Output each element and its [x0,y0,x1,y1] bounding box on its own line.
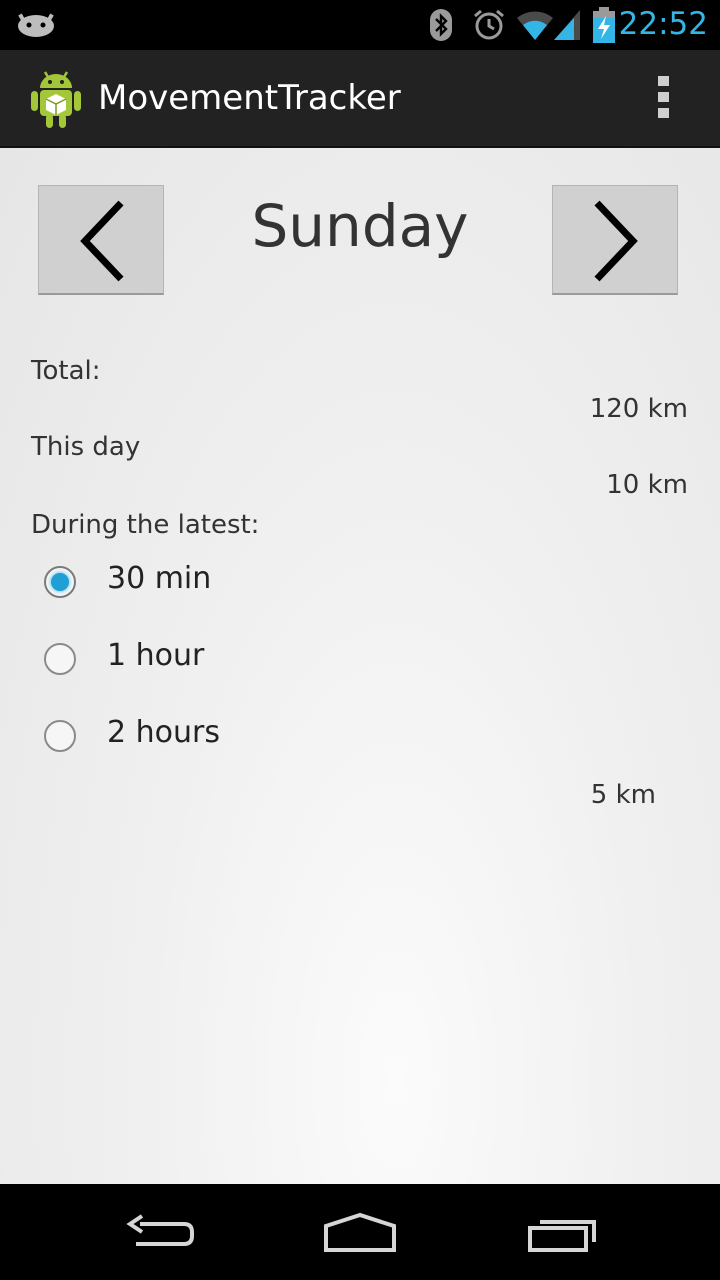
chevron-right-icon [594,200,638,282]
radio-button[interactable] [44,566,76,598]
wifi-icon [517,11,553,40]
next-day-button[interactable] [552,185,678,295]
battery-charging-icon [593,7,615,43]
status-time: 22:52 [618,6,708,42]
action-bar: MovementTracker [0,50,720,148]
back-icon[interactable] [124,1214,196,1254]
recent-apps-icon[interactable] [526,1214,598,1254]
radio-label: 1 hour [107,638,205,673]
main-content: Sunday Total: 120 km This day 10 km Duri… [0,148,720,1184]
status-bar: 22:52 [0,0,720,50]
day-total-label: This day [31,432,141,462]
radio-label: 30 min [107,561,212,596]
app-launcher-icon[interactable] [28,66,84,130]
radio-button[interactable] [44,643,76,675]
signal-icon [554,10,580,40]
alarm-icon [474,9,504,40]
app-title: MovementTracker [98,78,401,118]
total-value: 120 km [589,394,688,424]
overflow-menu-icon[interactable] [652,76,674,122]
android-notification-icon [18,13,54,37]
system-nav-bar [0,1184,720,1280]
latest-value: 5 km [590,780,656,810]
radio-button[interactable] [44,720,76,752]
total-label: Total: [31,356,101,386]
day-label: Sunday [251,192,469,260]
latest-label: During the latest: [31,510,260,540]
day-total-value: 10 km [606,470,688,500]
chevron-left-icon [80,200,124,282]
home-icon[interactable] [322,1212,398,1254]
bluetooth-icon [430,9,452,41]
radio-label: 2 hours [107,715,220,750]
previous-day-button[interactable] [38,185,164,295]
